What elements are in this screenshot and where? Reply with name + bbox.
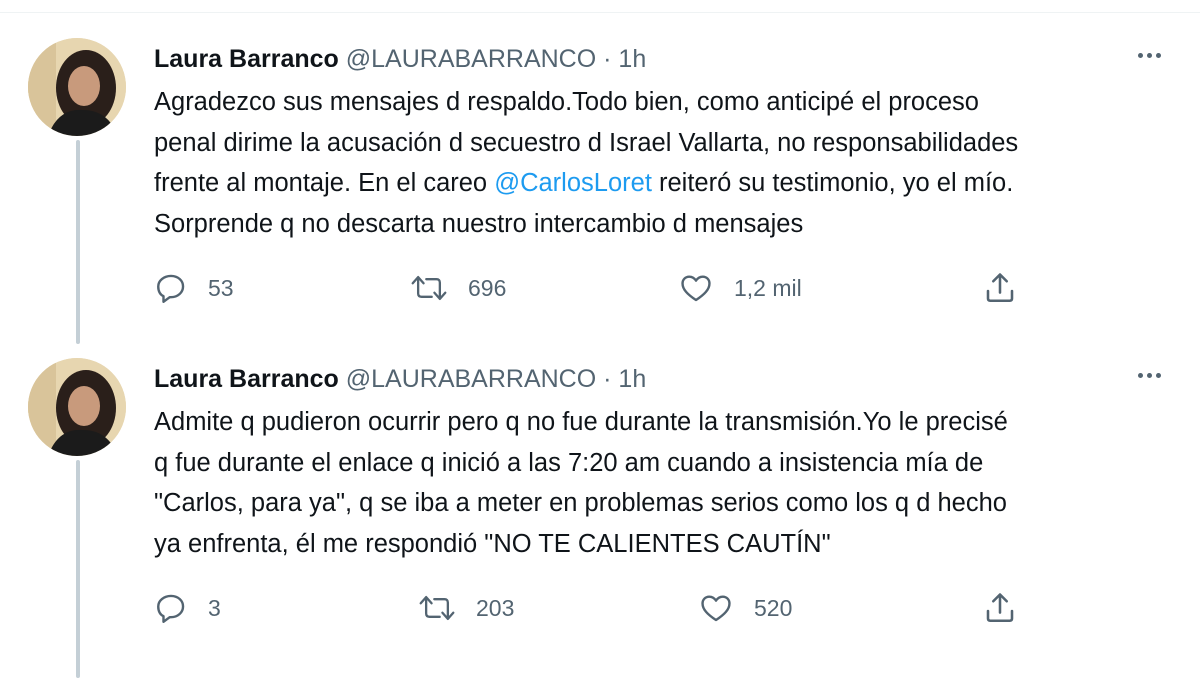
like-count: 520 [754,594,793,621]
retweet-icon [418,591,456,625]
heart-icon [678,271,714,305]
tweet-header: Laura Barranco @LAURABARRANCO · 1h [154,44,646,74]
tweet-text-line: Admite q pudieron ocurrir pero q no fue … [154,408,1008,436]
share-icon [982,590,1018,626]
share-icon [982,270,1018,306]
top-divider [0,0,1200,13]
like-button[interactable]: 520 [698,588,792,628]
retweet-icon [410,271,448,305]
reply-count: 3 [208,594,221,621]
tweet-text: Agradezco sus mensajes d respaldo.Todo b… [154,82,1184,244]
author-handle[interactable]: @LAURABARRANCO [346,365,596,393]
more-icon[interactable] [1132,38,1166,72]
tweet-text-segment: reiteró su testimonio, yo el mío. [651,169,1014,197]
heart-icon [698,591,734,625]
retweet-count: 696 [468,274,507,301]
tweet-text-line: q fue durante el enlace q inició a las 7… [154,448,984,477]
tweet-time[interactable]: 1h [618,365,646,393]
author-name[interactable]: Laura Barranco [154,45,339,73]
tweet-text-segment: frente al montaje. En el careo [154,169,495,197]
retweet-count: 203 [476,594,515,621]
thread-line [76,140,80,344]
reply-count: 53 [208,274,234,301]
retweet-button[interactable]: 203 [418,588,514,628]
avatar[interactable] [28,358,126,456]
like-count: 1,2 mil [734,274,802,301]
separator-dot: · [603,45,612,73]
reply-button[interactable]: 53 [154,268,234,308]
more-icon[interactable] [1132,358,1166,392]
tweet-text-line: Agradezco sus mensajes d respaldo.Todo b… [154,88,979,116]
avatar[interactable] [28,38,126,136]
retweet-button[interactable]: 696 [410,268,506,308]
tweet-text-line: penal dirime la acusación d secuestro d … [154,128,1019,157]
share-button[interactable] [982,588,1018,628]
share-button[interactable] [982,268,1018,308]
reply-icon [154,271,188,305]
like-button[interactable]: 1,2 mil [678,268,802,308]
tweet-actions: 3 203 520 [0,588,1200,628]
mention-link[interactable]: @CarlosLoret [494,169,652,197]
reply-button[interactable]: 3 [154,588,221,628]
tweet-text-line: ya enfrenta, él me respondió "NO TE CALI… [154,529,831,558]
thread-line [76,460,80,678]
tweet-header: Laura Barranco @LAURABARRANCO · 1h [154,364,646,394]
tweet-text-line: Sorprende q no descarta nuestro intercam… [154,209,804,238]
reply-icon [154,591,188,625]
author-handle[interactable]: @LAURABARRANCO [346,45,596,73]
tweet-actions: 53 696 1,2 mil [0,268,1200,308]
separator-dot: · [603,365,612,393]
tweet-time[interactable]: 1h [618,45,646,73]
author-name[interactable]: Laura Barranco [154,365,339,393]
tweet-text: Admite q pudieron ocurrir pero q no fue … [154,402,1184,564]
tweet-text-line: "Carlos, para ya", q se iba a meter en p… [154,489,1007,517]
tweet-text-line: frente al montaje. En el careo @CarlosLo… [154,163,1184,204]
